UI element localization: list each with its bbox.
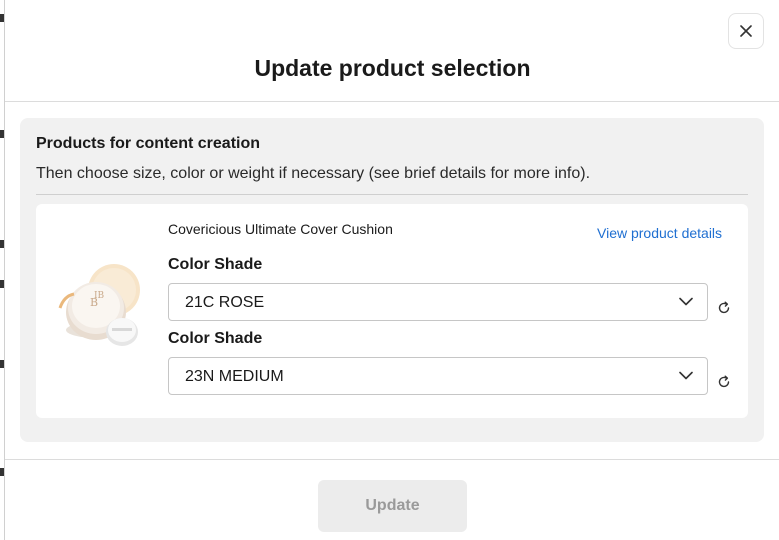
product-card: B IB Covericious Ultimate Cover Cushion … [36,204,748,418]
panel-subtitle: Then choose size, color or weight if nec… [36,165,591,182]
dialog-title: Update product selection [254,55,531,81]
panel-divider [36,194,748,195]
close-button[interactable] [728,13,764,49]
color-shade-label: Color Shade [168,330,263,347]
svg-text:IB: IB [94,291,105,301]
update-button[interactable]: Update [318,480,467,532]
products-panel: Products for content creation Then choos… [20,118,764,442]
color-shade-value: 23N MEDIUM [185,368,284,385]
chevron-down-icon [679,297,693,306]
product-name: Covericious Ultimate Cover Cushion [168,221,393,237]
view-product-details-link[interactable]: View product details [597,225,722,241]
footer-divider [5,459,779,460]
panel-title: Products for content creation [36,135,261,152]
color-shade-select[interactable]: 21C ROSE [168,283,708,321]
header-divider [5,101,779,102]
reset-icon[interactable] [717,375,731,389]
chevron-down-icon [679,371,693,380]
product-image: B IB [56,256,146,351]
color-shade-select[interactable]: 23N MEDIUM [168,357,708,395]
reset-icon[interactable] [717,301,731,315]
update-product-dialog: Update product selection Products for co… [4,0,779,540]
color-shade-label: Color Shade [168,256,263,273]
close-icon [740,25,752,37]
color-shade-value: 21C ROSE [185,294,265,311]
